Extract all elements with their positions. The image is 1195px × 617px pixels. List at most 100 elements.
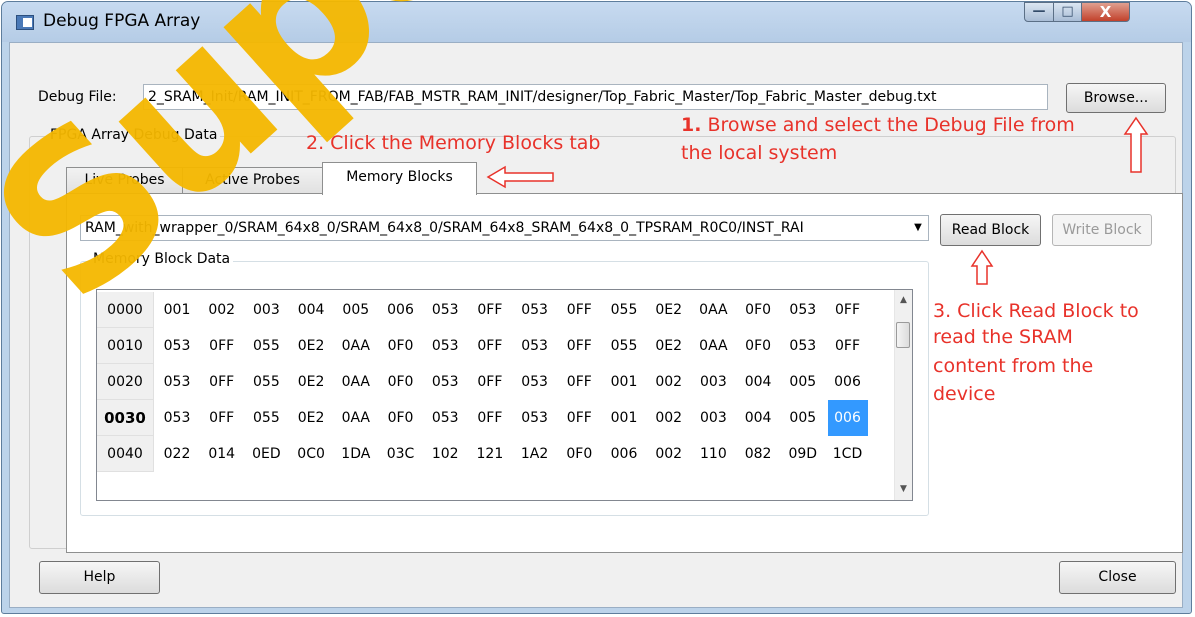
step-1-number: 1. [681,114,702,136]
vertical-scrollbar[interactable]: ▲ ▼ [894,290,912,500]
memory-cell[interactable]: 022 [157,436,197,472]
memory-cell[interactable]: 053 [157,364,197,400]
memory-cell[interactable]: 006 [604,436,644,472]
memory-cell[interactable]: 0FF [828,328,868,364]
minimize-button[interactable]: — [1024,2,1054,22]
memory-cell[interactable]: 0AA [336,400,376,436]
memory-cell[interactable]: 0F0 [381,364,421,400]
memory-cell[interactable]: 0FF [470,400,510,436]
tab-memory-blocks[interactable]: Memory Blocks [322,162,477,195]
scroll-up-icon[interactable]: ▲ [895,292,912,309]
memory-cell[interactable]: 002 [649,364,689,400]
memory-cell[interactable]: 0F0 [738,328,778,364]
memory-cell[interactable]: 053 [515,328,555,364]
memory-cell[interactable]: 0FF [559,364,599,400]
memory-cell[interactable]: 1A2 [515,436,555,472]
memory-cell[interactable]: 09D [783,436,823,472]
memory-cell[interactable]: 0FF [828,292,868,328]
memory-cell[interactable]: 055 [246,400,286,436]
memory-cell[interactable]: 053 [157,400,197,436]
scroll-thumb[interactable] [896,322,910,348]
memory-cell[interactable]: 0FF [559,328,599,364]
memory-cell[interactable]: 014 [202,436,242,472]
scroll-down-icon[interactable]: ▼ [895,481,912,498]
memory-cell[interactable]: 004 [738,364,778,400]
memory-cell[interactable]: 004 [291,292,331,328]
memory-cell[interactable]: 055 [604,328,644,364]
memory-cell[interactable]: 0FF [470,364,510,400]
memory-cell[interactable]: 002 [649,436,689,472]
memory-cell[interactable]: 002 [649,400,689,436]
memory-cell[interactable]: 001 [604,400,644,436]
memory-cell[interactable]: 0AA [693,292,733,328]
memory-cell[interactable]: 0FF [202,400,242,436]
memory-cell[interactable]: 005 [783,364,823,400]
memory-cell[interactable]: 004 [738,400,778,436]
memory-cell[interactable]: 0C0 [291,436,331,472]
memory-cell[interactable]: 003 [693,364,733,400]
memory-cell[interactable]: 0E2 [291,364,331,400]
memory-cell[interactable]: 0F0 [381,400,421,436]
memory-cell[interactable]: 0FF [559,292,599,328]
memory-cell[interactable]: 0AA [336,364,376,400]
memory-cell[interactable]: 053 [515,400,555,436]
chevron-down-icon[interactable]: ▼ [910,216,926,240]
memory-cell[interactable]: 053 [783,292,823,328]
debug-file-path-field[interactable]: 2_SRAM_Init/RAM_INIT_FROM_FAB/FAB_MSTR_R… [143,84,1048,110]
memory-cell[interactable]: 0F0 [738,292,778,328]
memory-cell[interactable]: 053 [425,328,465,364]
memory-cell[interactable]: 0E2 [291,400,331,436]
read-block-button[interactable]: Read Block [940,214,1041,246]
memory-cell[interactable]: 0ED [246,436,286,472]
memory-block-select[interactable]: RAM_with_wrapper_0/SRAM_64x8_0/SRAM_64x8… [80,215,929,241]
tab-live-probes[interactable]: Live Probes [66,167,183,194]
memory-cell[interactable]: 082 [738,436,778,472]
memory-cell[interactable]: 0E2 [649,292,689,328]
close-button[interactable]: Close [1059,561,1176,594]
memory-cell[interactable]: 002 [202,292,242,328]
maximize-button[interactable]: □ [1053,2,1082,22]
memory-cell[interactable]: 003 [693,400,733,436]
memory-data-grid[interactable]: 0000 001 002 003 004 005 006 053 0FF 053 0FF 055 0E2… [96,289,913,501]
memory-cell[interactable]: 001 [157,292,197,328]
memory-cell[interactable]: 003 [246,292,286,328]
memory-cell[interactable]: 053 [425,292,465,328]
memory-cell[interactable]: 055 [246,328,286,364]
memory-cell[interactable]: 053 [783,328,823,364]
memory-cell[interactable]: 0E2 [649,328,689,364]
browse-button[interactable]: Browse... [1066,83,1166,113]
memory-cell[interactable]: 005 [783,400,823,436]
memory-cell[interactable]: 1CD [828,436,868,472]
memory-cell[interactable]: 0AA [336,328,376,364]
memory-cell[interactable]: 03C [381,436,421,472]
memory-cell[interactable]: 0AA [693,328,733,364]
memory-cell[interactable]: 053 [157,328,197,364]
memory-cell[interactable]: 055 [604,292,644,328]
memory-cell[interactable]: 0FF [470,292,510,328]
memory-cell[interactable]: 0FF [202,364,242,400]
memory-cell[interactable]: 055 [246,364,286,400]
memory-cell[interactable]: 110 [693,436,733,472]
memory-cell[interactable]: 053 [515,364,555,400]
memory-cell[interactable]: 006 [381,292,421,328]
help-button[interactable]: Help [39,561,160,594]
memory-cell[interactable]: 005 [336,292,376,328]
memory-cell[interactable]: 0E2 [291,328,331,364]
memory-cell[interactable]: 0FF [202,328,242,364]
tab-active-probes[interactable]: Active Probes [182,167,323,194]
annotation-step-2: 2. Click the Memory Blocks tab [306,132,601,154]
memory-cell[interactable]: 053 [515,292,555,328]
memory-cell[interactable]: 1DA [336,436,376,472]
memory-cell[interactable]: 053 [425,400,465,436]
memory-cell[interactable]: 053 [425,364,465,400]
memory-cell[interactable]: 0FF [559,400,599,436]
memory-cell[interactable]: 001 [604,364,644,400]
memory-cell[interactable]: 121 [470,436,510,472]
memory-cell[interactable]: 0F0 [559,436,599,472]
memory-cell[interactable]: 006 [827,400,868,436]
memory-cell[interactable]: 0F0 [381,328,421,364]
close-window-button[interactable]: X [1081,2,1130,22]
memory-cell[interactable]: 0FF [470,328,510,364]
memory-cell[interactable]: 102 [425,436,465,472]
memory-cell[interactable]: 006 [828,364,868,400]
